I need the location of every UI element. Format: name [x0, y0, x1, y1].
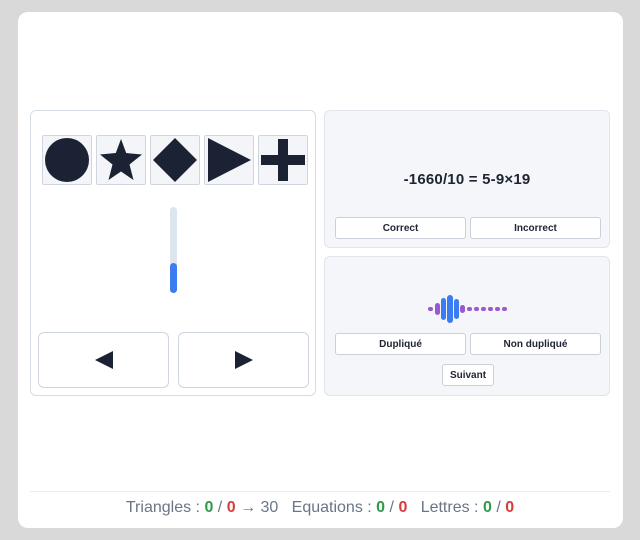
triangles-correct: 0 [204, 499, 214, 516]
score-footer: Triangles : 0 / 0 → 30 Equations : 0 / 0… [0, 499, 640, 517]
audio-waveform-icon [428, 295, 507, 323]
circle-icon [45, 138, 89, 182]
equation-panel: -1660/10 = 5-9×19 Correct Incorrect [324, 110, 610, 248]
level-slider[interactable] [170, 207, 177, 293]
incorrect-button[interactable]: Incorrect [470, 217, 601, 239]
arrow-glyph: → [240, 499, 257, 516]
equations-errors: 0 [398, 499, 408, 516]
triangles-target: 30 [260, 499, 279, 516]
triangle-icon [208, 138, 251, 182]
shape-tile-diamond[interactable] [150, 135, 200, 185]
shape-tile-circle[interactable] [42, 135, 92, 185]
separator: / [217, 499, 223, 516]
cross-icon [261, 139, 305, 181]
separator: / [389, 499, 394, 516]
equation-text: -1660/10 = 5-9×19 [403, 171, 531, 188]
triangles-label: Triangles : [125, 499, 200, 516]
letters-errors: 0 [505, 499, 515, 516]
arrow-left-icon [94, 351, 113, 369]
previous-button[interactable] [38, 332, 169, 388]
correct-button[interactable]: Correct [335, 217, 466, 239]
letters-correct: 0 [482, 499, 492, 516]
diamond-icon [153, 138, 197, 182]
shape-tile-cross[interactable] [258, 135, 308, 185]
equations-correct: 0 [376, 499, 386, 516]
shape-tile-star[interactable] [96, 135, 146, 185]
star-icon [100, 139, 142, 180]
equations-label: Equations : [291, 499, 372, 516]
footer-divider [30, 491, 610, 492]
arrow-right-icon [234, 351, 253, 369]
shape-tile-triangle[interactable] [204, 135, 254, 185]
separator: / [496, 499, 501, 516]
next-arrow-button[interactable] [178, 332, 309, 388]
letters-label: Lettres : [420, 499, 479, 516]
duplicate-button[interactable]: Dupliqué [335, 333, 466, 355]
slider-level-fill [170, 263, 177, 293]
audio-panel: Dupliqué Non dupliqué Suivant [324, 256, 610, 396]
triangles-errors: 0 [226, 499, 236, 516]
not-duplicate-button[interactable]: Non dupliqué [470, 333, 601, 355]
next-button[interactable]: Suivant [442, 364, 494, 386]
triangles-panel [30, 110, 316, 396]
